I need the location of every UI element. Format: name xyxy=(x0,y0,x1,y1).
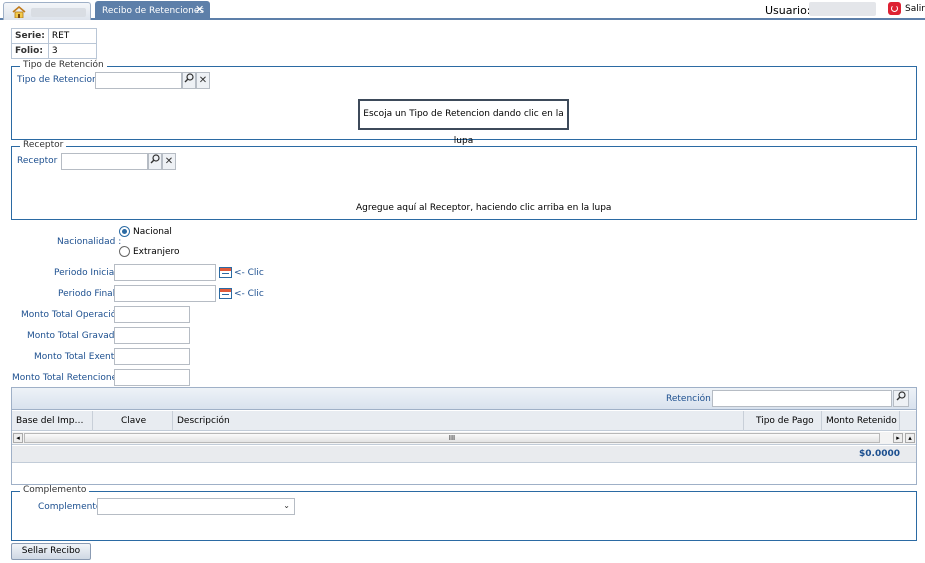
monto-gravado-label: Monto Total Gravado : xyxy=(27,331,126,341)
receptor-message: Agregue aquí al Receptor, haciendo clic … xyxy=(356,203,612,213)
radio-extranjero-label: Extranjero xyxy=(133,247,180,257)
monto-gravado-input[interactable] xyxy=(114,327,190,344)
grid-header: Base del Imp… Clave Descripción Tipo de … xyxy=(12,411,916,431)
column-header[interactable]: Tipo de Pago xyxy=(744,411,822,431)
retencion-search-input[interactable] xyxy=(712,390,892,407)
monto-retenciones-label: Monto Total Retenciones : xyxy=(12,373,128,383)
close-icon[interactable]: ✕ xyxy=(195,3,204,16)
power-icon[interactable] xyxy=(888,2,901,15)
nacionalidad-label: Nacionalidad : xyxy=(57,237,122,247)
usuario-label: Usuario: xyxy=(765,4,811,17)
tab-home[interactable] xyxy=(3,2,91,20)
monto-exento-input[interactable] xyxy=(114,348,190,365)
salir-link[interactable]: Salir xyxy=(905,4,925,14)
clear-icon[interactable]: ✕ xyxy=(162,153,176,170)
radio-nacional-label: Nacional xyxy=(133,227,172,237)
receptor-input[interactable] xyxy=(61,153,148,170)
sellar-recibo-button[interactable]: Sellar Recibo xyxy=(11,543,91,560)
scroll-thumb[interactable]: III xyxy=(24,433,880,443)
clear-icon[interactable]: ✕ xyxy=(196,72,210,89)
scroll-right-icon[interactable]: ▸ xyxy=(893,433,903,443)
tipo-retencion-input[interactable] xyxy=(95,72,182,89)
periodo-inicial-input[interactable] xyxy=(114,264,216,281)
clic-hint: <- Clic xyxy=(234,268,264,278)
monto-retenciones-input[interactable] xyxy=(114,369,190,386)
tipo-retencion-message: Escoja un Tipo de Retencion dando clic e… xyxy=(358,99,569,146)
serie-value: RET xyxy=(47,28,97,44)
receptor-label: Receptor : xyxy=(17,156,64,166)
clic-hint: <- Clic xyxy=(234,289,264,299)
tipo-retencion-label: Tipo de Retencion : xyxy=(17,75,104,85)
periodo-final-label: Periodo Final : xyxy=(58,289,122,299)
fieldset-legend: Complemento xyxy=(20,485,90,495)
grid-toolbar: Retención : xyxy=(12,388,916,410)
complemento-select[interactable]: ⌄ xyxy=(97,498,295,515)
search-icon[interactable] xyxy=(182,72,196,89)
calendar-icon[interactable] xyxy=(219,267,232,278)
periodo-inicial-label: Periodo Inicial : xyxy=(54,268,123,278)
serie-folio-table: Serie: RET Folio: 3 xyxy=(11,28,97,59)
column-header[interactable]: Monto Retenido xyxy=(822,411,900,431)
usuario-value-redacted xyxy=(809,2,876,16)
scroll-left-icon[interactable]: ◂ xyxy=(13,433,23,443)
home-icon xyxy=(12,6,26,18)
column-header[interactable]: Clave xyxy=(93,411,173,431)
radio-nacional[interactable] xyxy=(119,226,130,237)
fieldset-legend: Tipo de Retención xyxy=(20,60,107,70)
serie-label: Serie: xyxy=(11,28,49,44)
column-header[interactable]: Descripción xyxy=(173,411,744,431)
horizontal-scrollbar[interactable]: ◂ III ▸ ▴ xyxy=(12,432,916,445)
folio-value: 3 xyxy=(47,43,97,59)
scroll-up-icon[interactable]: ▴ xyxy=(905,433,915,443)
search-icon[interactable] xyxy=(148,153,162,170)
tab-recibo-retenciones[interactable]: Recibo de Retenciones ✕ xyxy=(95,1,210,20)
retenciones-grid: Retención : Base del Imp… Clave Descripc… xyxy=(11,387,917,485)
folio-label: Folio: xyxy=(11,43,49,59)
monto-exento-label: Monto Total Exento : xyxy=(34,352,126,362)
monto-operacion-input[interactable] xyxy=(114,306,190,323)
tab-bar: Recibo de Retenciones ✕ Usuario: Salir xyxy=(0,0,925,20)
search-icon[interactable] xyxy=(893,390,909,407)
grid-total-row: $0.0000 xyxy=(12,446,916,463)
monto-operacion-label: Monto Total Operación : xyxy=(21,310,128,320)
fieldset-legend: Receptor xyxy=(20,140,67,150)
tab-label: Recibo de Retenciones xyxy=(102,6,205,16)
calendar-icon[interactable] xyxy=(219,288,232,299)
tab-home-label-redacted xyxy=(31,8,86,17)
column-header[interactable]: Base del Imp… xyxy=(12,411,93,431)
total-retenido: $0.0000 xyxy=(859,449,900,459)
complemento-fieldset: Complemento Complemento : ⌄ xyxy=(11,485,917,541)
periodo-final-input[interactable] xyxy=(114,285,216,302)
retencion-search-label: Retención : xyxy=(666,394,717,404)
chevron-down-icon: ⌄ xyxy=(283,501,290,510)
receptor-fieldset: Receptor Receptor : ✕ Agregue aquí al Re… xyxy=(11,140,917,220)
tipo-retencion-fieldset: Tipo de Retención Tipo de Retencion : ✕ … xyxy=(11,60,917,146)
radio-extranjero[interactable] xyxy=(119,246,130,257)
